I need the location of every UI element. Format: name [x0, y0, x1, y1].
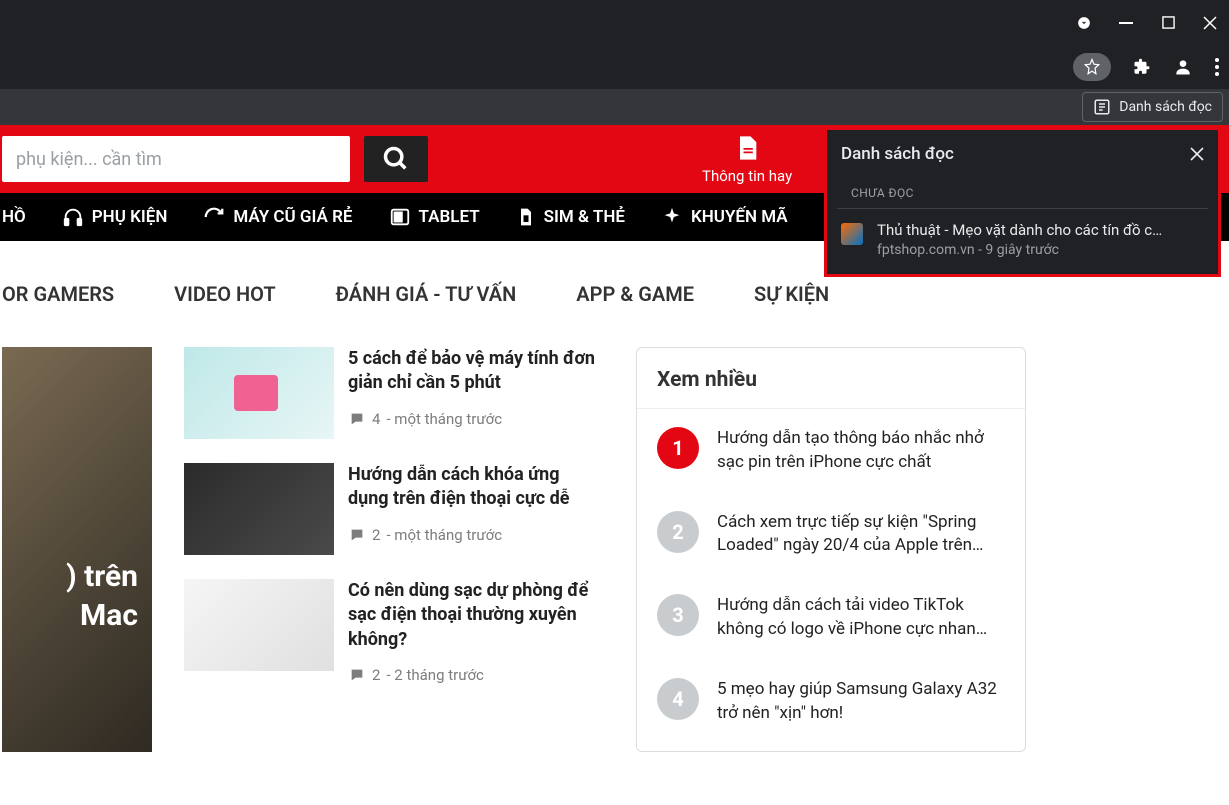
- popover-section-label: CHƯA ĐỌC: [837, 172, 1208, 209]
- article-item[interactable]: 5 cách để bảo vệ máy tính đơn giản chỉ c…: [184, 347, 604, 439]
- reading-item-meta: fptshop.com.vn - 9 giây trước: [877, 242, 1197, 258]
- popular-item[interactable]: 3Hướng dẫn cách tải video TikTok không c…: [637, 576, 1025, 660]
- rank-badge: 4: [657, 678, 699, 720]
- nav-sim[interactable]: SIM & THẺ: [516, 206, 625, 228]
- dropdown-icon[interactable]: [1077, 16, 1091, 30]
- nav-ho[interactable]: HỒ: [2, 207, 26, 227]
- nav-tablet[interactable]: TABLET: [389, 206, 480, 228]
- rank-badge: 2: [657, 511, 699, 553]
- search-input[interactable]: [2, 136, 350, 182]
- refresh-icon: [203, 206, 225, 228]
- article-list: 5 cách để bảo vệ máy tính đơn giản chỉ c…: [184, 347, 604, 752]
- article-meta: 2 - một tháng trước: [348, 526, 604, 544]
- search-button[interactable]: [364, 136, 428, 182]
- nav-km[interactable]: KHUYẾN MÃ: [661, 206, 788, 228]
- article-title: 5 cách để bảo vệ máy tính đơn giản chỉ c…: [348, 347, 604, 396]
- minimize-icon[interactable]: [1119, 16, 1133, 30]
- featured-image[interactable]: ) trênMac: [2, 347, 152, 752]
- menu-kebab-icon[interactable]: [1215, 58, 1219, 76]
- reading-list-popover: Danh sách đọc CHƯA ĐỌC Thủ thuật - Mẹo v…: [824, 127, 1221, 277]
- maximize-icon[interactable]: [1161, 16, 1175, 30]
- article-item[interactable]: Có nên dùng sạc dự phòng để sạc điện tho…: [184, 579, 604, 684]
- comment-icon: [348, 527, 366, 543]
- document-icon: [733, 133, 761, 163]
- popover-title: Danh sách đọc: [841, 144, 954, 164]
- article-thumb: [184, 579, 334, 671]
- sparkle-icon: [661, 206, 683, 228]
- popular-title: Xem nhiều: [637, 348, 1025, 409]
- article-thumb: [184, 463, 334, 555]
- reading-list-label: Danh sách đọc: [1119, 99, 1212, 115]
- cat-video[interactable]: VIDEO HOT: [174, 282, 276, 306]
- article-title: Có nên dùng sạc dự phòng để sạc điện tho…: [348, 579, 604, 652]
- comment-icon: [348, 411, 366, 427]
- bookmark-bar: Danh sách đọc: [0, 89, 1229, 125]
- reading-list-button[interactable]: Danh sách đọc: [1082, 92, 1223, 122]
- popular-item[interactable]: 2Cách xem trực tiếp sự kiện "Spring Load…: [637, 493, 1025, 577]
- header-link-info[interactable]: Thông tin hay: [702, 133, 792, 185]
- article-title: Hướng dẫn cách khóa ứng dụng trên điện t…: [348, 463, 604, 512]
- rank-badge: 3: [657, 594, 699, 636]
- comment-icon: [348, 667, 366, 683]
- cat-gamers[interactable]: OR GAMERS: [2, 282, 114, 306]
- sim-icon: [516, 206, 536, 228]
- reading-item-title: Thủ thuật - Mẹo vặt dành cho các tín đồ …: [877, 221, 1197, 239]
- close-icon[interactable]: [1203, 16, 1217, 30]
- article-meta: 4 - một tháng trước: [348, 410, 604, 428]
- cat-review[interactable]: ĐÁNH GIÁ - TƯ VẤN: [336, 282, 517, 306]
- cat-app[interactable]: APP & GAME: [576, 282, 694, 306]
- article-thumb: [184, 347, 334, 439]
- cat-event[interactable]: SỰ KIỆN: [754, 282, 829, 306]
- reading-list-item[interactable]: Thủ thuật - Mẹo vặt dành cho các tín đồ …: [827, 209, 1218, 258]
- favicon-icon: [841, 223, 863, 245]
- tablet-icon: [389, 206, 411, 228]
- window-titlebar: [0, 0, 1229, 45]
- rank-badge: 1: [657, 427, 699, 469]
- browser-toolbar: [0, 45, 1229, 89]
- popular-sidebar: Xem nhiều 1Hướng dẫn tạo thông báo nhắc …: [636, 347, 1026, 752]
- nav-maycu[interactable]: MÁY CŨ GIÁ RẺ: [203, 206, 352, 228]
- bookmark-star-icon[interactable]: [1073, 53, 1111, 81]
- profile-icon[interactable]: [1173, 57, 1193, 77]
- nav-phukien[interactable]: PHỤ KIỆN: [62, 206, 168, 228]
- article-meta: 2 - 2 tháng trước: [348, 666, 604, 684]
- article-item[interactable]: Hướng dẫn cách khóa ứng dụng trên điện t…: [184, 463, 604, 555]
- popular-item[interactable]: 45 mẹo hay giúp Samsung Galaxy A32 trở n…: [637, 660, 1025, 744]
- headphone-icon: [62, 206, 84, 228]
- extensions-icon[interactable]: [1133, 58, 1151, 76]
- popular-item[interactable]: 1Hướng dẫn tạo thông báo nhắc nhở sạc pi…: [637, 409, 1025, 493]
- popover-close-icon[interactable]: [1190, 147, 1204, 161]
- main-content: ) trênMac 5 cách để bảo vệ máy tính đơn …: [0, 347, 1229, 752]
